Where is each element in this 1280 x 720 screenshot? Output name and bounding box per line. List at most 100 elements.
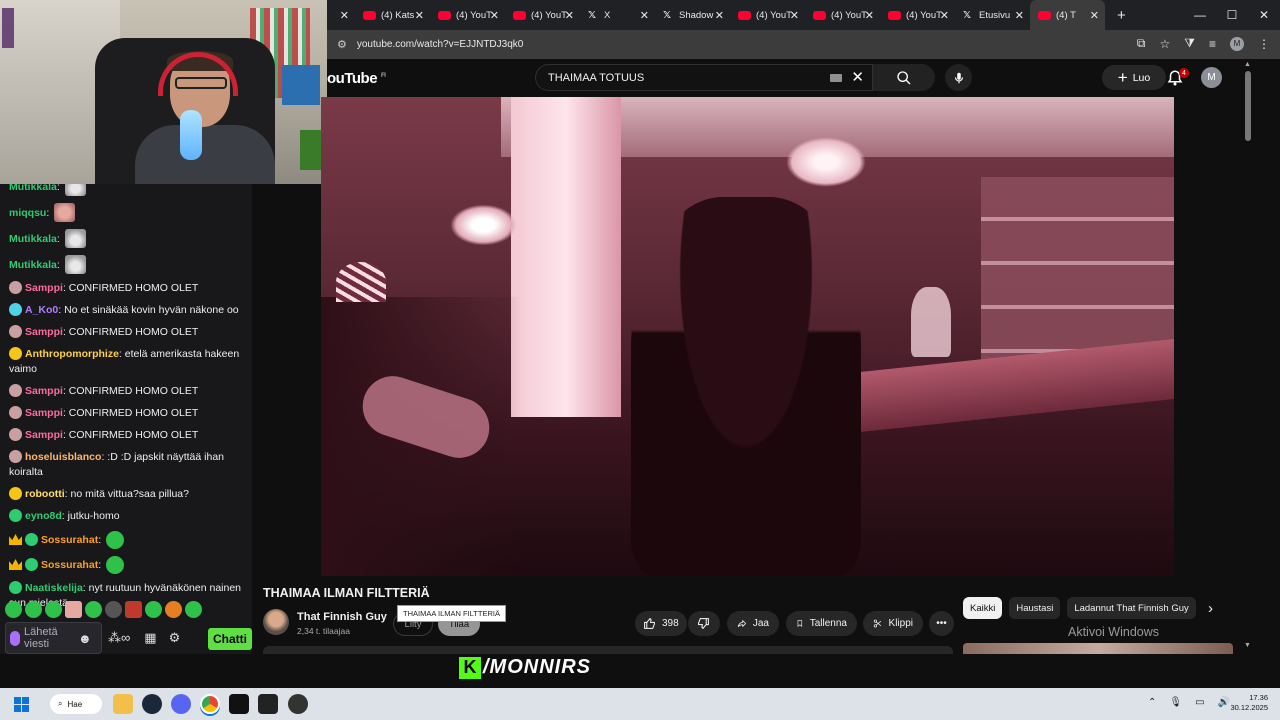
x-app-icon[interactable] (229, 694, 249, 714)
close-tab-icon[interactable]: ✕ (790, 9, 799, 22)
chat-emote-icon[interactable] (106, 556, 125, 574)
clip-button[interactable]: Klippi (863, 611, 923, 636)
emote-icon[interactable] (5, 600, 22, 618)
recording-app-icon[interactable] (288, 694, 308, 714)
browser-tab[interactable]: (4) Kats ✕ (355, 0, 430, 30)
chat-emote-icon[interactable] (54, 203, 76, 222)
chat-username[interactable]: Samppi (25, 407, 63, 419)
browser-tab[interactable]: (4) YouT ✕ (880, 0, 955, 30)
close-tab-icon[interactable]: ✕ (640, 9, 649, 22)
video-player[interactable] (321, 97, 1174, 576)
chat-username[interactable]: Samppi (25, 282, 63, 294)
store-icon[interactable]: ▦ (144, 630, 156, 646)
chevron-right-icon[interactable]: › (1208, 600, 1213, 617)
chat-emote-icon[interactable] (64, 255, 86, 274)
browser-tab[interactable]: 𝕏 Shadow ✕ (655, 0, 730, 30)
chat-username[interactable]: Naatiskelija (25, 582, 83, 594)
chat-emote-icon[interactable] (64, 229, 86, 248)
chat-username[interactable]: Sossurahat (41, 534, 98, 546)
channel-points-icon[interactable]: ⁂∞ (108, 630, 130, 646)
search-input[interactable]: THAIMAA TOTUUS ✕ (535, 64, 873, 91)
browser-tab[interactable]: 𝕏 Etusivu ✕ (955, 0, 1030, 30)
browser-tab[interactable]: (4) T ✕ (1030, 0, 1105, 30)
close-tab-icon[interactable]: ✕ (1090, 9, 1099, 22)
browser-tab[interactable]: (4) YouT ✕ (730, 0, 805, 30)
scrollbar-thumb[interactable] (1245, 71, 1251, 141)
scroll-down-icon[interactable]: ▼ (1244, 642, 1251, 649)
filter-chip[interactable]: Ladannut That Finnish Guy (1067, 597, 1196, 619)
more-actions-button[interactable]: ••• (929, 611, 954, 636)
extensions-icon[interactable]: ⧩ (1184, 36, 1195, 51)
emote-icon[interactable] (185, 600, 202, 618)
dislike-button[interactable] (688, 611, 720, 636)
microphone-icon[interactable]: 🎙 (1169, 697, 1182, 708)
save-button[interactable]: Tallenna (786, 611, 857, 636)
chat-input[interactable]: Lähetä viesti ☻ (5, 622, 102, 654)
windows-start-icon[interactable] (14, 697, 29, 712)
chat-emote-icon[interactable] (106, 531, 125, 549)
youtube-logo[interactable]: ouTube FI (327, 70, 386, 87)
emote-icon[interactable] (165, 600, 182, 618)
microphone-icon[interactable] (10, 630, 20, 646)
close-tab-icon[interactable]: ✕ (415, 9, 424, 22)
steam-icon[interactable] (142, 694, 162, 714)
browser-tab[interactable]: (4) YouT ✕ (430, 0, 505, 30)
close-tab-icon[interactable]: ✕ (715, 9, 724, 22)
gear-icon[interactable]: ⚙ (169, 630, 181, 646)
chat-username[interactable]: Samppi (25, 326, 63, 338)
create-button[interactable]: + Luo (1102, 65, 1166, 90)
channel-avatar[interactable] (263, 609, 289, 635)
account-avatar[interactable]: M (1201, 67, 1222, 88)
new-tab-button[interactable]: + (1117, 7, 1126, 24)
recommended-video-thumbnail[interactable] (963, 643, 1233, 654)
chat-username[interactable]: Sossurahat (41, 559, 98, 571)
bookmark-star-icon[interactable]: ☆ (1160, 37, 1171, 51)
close-tab-icon[interactable]: ✕ (565, 9, 574, 22)
site-info-icon[interactable]: ⚙ (337, 38, 347, 51)
emoji-icon[interactable]: ☻ (78, 631, 92, 646)
chat-emote-icon[interactable] (64, 184, 86, 196)
page-scrollbar[interactable]: ▲ ▼ (1242, 59, 1254, 654)
url-input[interactable]: youtube.com/watch?v=EJJNTDJ3qk0 (357, 39, 523, 50)
install-app-icon[interactable]: ⧉ (1137, 36, 1146, 51)
emote-icon[interactable] (25, 600, 42, 618)
chevron-up-icon[interactable]: ⌃ (1148, 697, 1156, 708)
taskbar-search[interactable]: ⌕ Hae (50, 694, 102, 714)
chat-username[interactable]: hoseluisblanco (25, 451, 101, 463)
keyboard-icon[interactable] (830, 74, 842, 82)
channel-name[interactable]: That Finnish Guy (297, 611, 387, 623)
clear-search-icon[interactable]: ✕ (851, 68, 864, 86)
taskbar-clock[interactable]: 17.36 30.12.2025 (1228, 693, 1268, 713)
chat-username[interactable]: Samppi (25, 385, 63, 397)
maximize-icon[interactable]: ☐ (1216, 8, 1248, 22)
close-tab-icon[interactable]: ✕ (940, 9, 949, 22)
emote-icon[interactable] (105, 600, 122, 618)
chat-username[interactable]: A_Ko0 (25, 304, 58, 316)
browser-tab[interactable]: 𝕏 X ✕ (580, 0, 655, 30)
emote-icon[interactable] (85, 600, 102, 618)
media-control-icon[interactable]: ≡ (1209, 37, 1216, 51)
file-explorer-icon[interactable] (113, 694, 133, 714)
chrome-icon[interactable] (200, 694, 220, 714)
close-tab-icon[interactable]: ✕ (340, 9, 349, 22)
obs-icon[interactable] (258, 694, 278, 714)
close-tab-icon[interactable]: ✕ (490, 9, 499, 22)
scroll-up-icon[interactable]: ▲ (1244, 61, 1251, 68)
display-icon[interactable]: ▭ (1195, 697, 1204, 708)
filter-chip[interactable]: Haustasi (1009, 597, 1061, 619)
chat-username[interactable]: Mutikkala (9, 233, 57, 245)
chat-username[interactable]: eyno8d (25, 510, 62, 522)
chat-username[interactable]: Samppi (25, 429, 63, 441)
emote-icon[interactable] (65, 600, 82, 618)
close-tab-icon[interactable]: ✕ (1015, 9, 1024, 22)
search-button[interactable] (873, 64, 935, 91)
discord-icon[interactable] (171, 694, 191, 714)
chat-username[interactable]: Anthropomorphize (25, 348, 119, 360)
share-button[interactable]: Jaa (727, 611, 779, 636)
browser-menu-icon[interactable]: ⋮ (1258, 37, 1270, 51)
emote-icon[interactable] (125, 600, 142, 618)
chat-username[interactable]: Mutikkala (9, 184, 57, 193)
like-button[interactable]: 398 (635, 611, 687, 636)
close-tab-icon[interactable]: ✕ (865, 9, 874, 22)
browser-tab[interactable]: (4) YouT ✕ (805, 0, 880, 30)
